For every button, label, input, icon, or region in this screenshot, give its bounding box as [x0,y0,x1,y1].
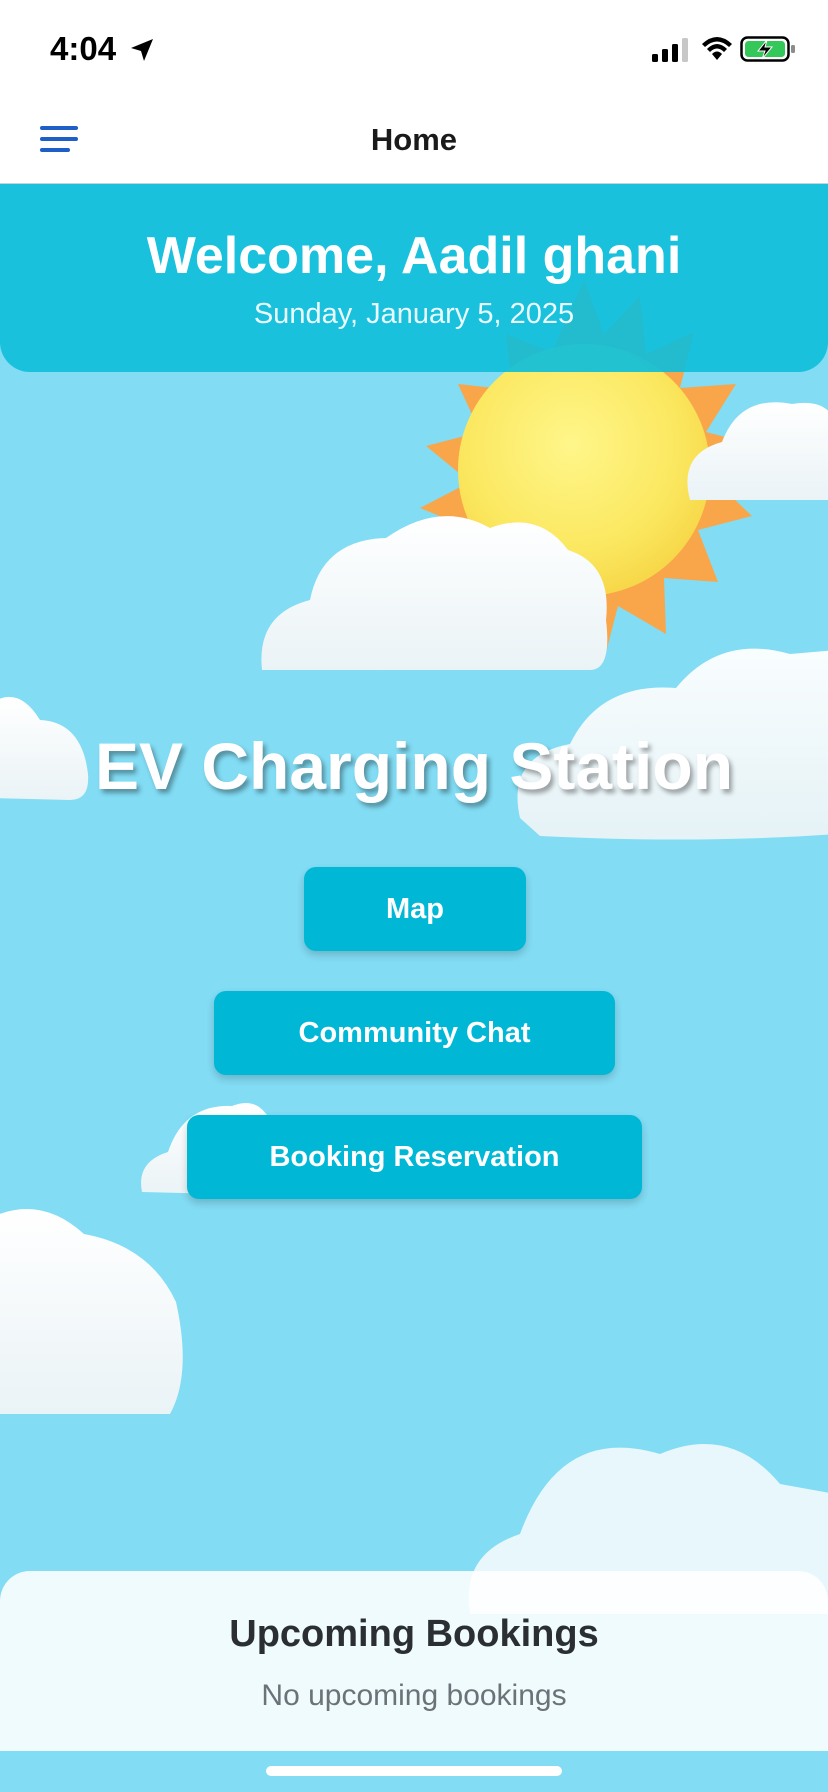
bookings-empty-text: No upcoming bookings [261,1679,567,1712]
cellular-signal-icon [652,38,688,62]
status-time: 4:04 [50,30,117,67]
community-chat-button[interactable]: Community Chat [214,991,615,1075]
location-arrow-icon [131,39,153,61]
navigation-bar: Home [0,96,828,184]
status-bar: 4:04 [0,0,828,96]
app-title: EV Charging Station [94,729,734,803]
welcome-date: Sunday, January 5, 2025 [253,298,575,330]
page-title: Home [370,122,458,157]
upcoming-bookings-panel: Upcoming Bookings No upcoming bookings [0,1571,828,1751]
sky-background [0,184,828,1792]
welcome-title: Welcome, Aadil ghani [146,227,682,285]
battery-charging-icon [740,36,795,62]
wifi-icon [702,37,732,60]
home-indicator[interactable] [266,1766,562,1776]
map-button[interactable]: Map [304,867,526,951]
bookings-title: Upcoming Bookings [229,1613,599,1655]
welcome-header: Welcome, Aadil ghani Sunday, January 5, … [0,184,828,372]
booking-reservation-button[interactable]: Booking Reservation [187,1115,642,1199]
